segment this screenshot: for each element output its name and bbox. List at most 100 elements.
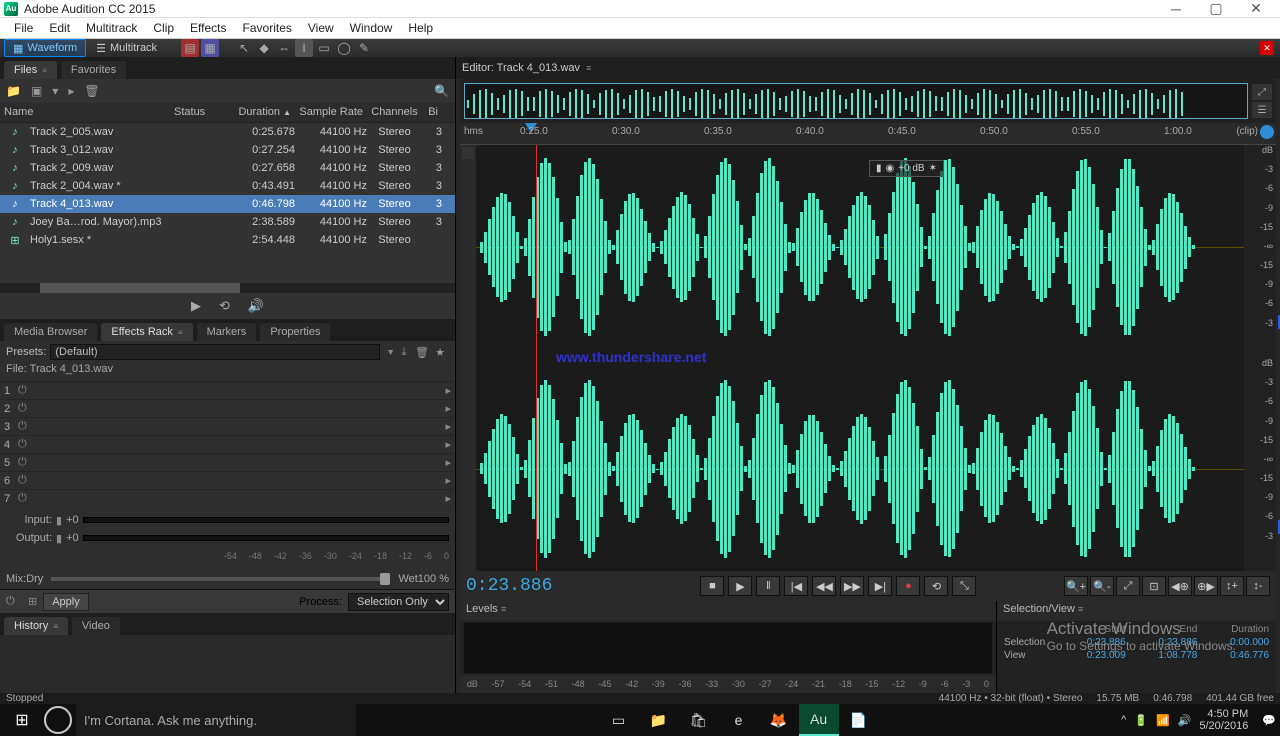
zoom-nav-icon[interactable]: ⤢ [1252, 84, 1272, 100]
system-tray[interactable]: ^ 🔋 📶 🔊 4:50 PM5/20/2016 💬 [1121, 708, 1276, 732]
notepad-icon[interactable]: 📄 [839, 704, 879, 736]
play-button[interactable]: ▶ [728, 576, 752, 596]
col-status[interactable]: Status [170, 103, 215, 122]
timeline-ruler[interactable]: hms (clip) 0:25.00:30.00:35.00:40.00:45.… [460, 123, 1276, 145]
zoom-amp-in-icon[interactable]: ↕+ [1220, 576, 1244, 596]
fx-slot[interactable]: 4⏻▸ [0, 435, 455, 453]
menu-effects[interactable]: Effects [182, 18, 234, 38]
menu-file[interactable]: File [6, 18, 41, 38]
hud-volume[interactable]: ▮ ◉ +0 dB ✶ [869, 160, 944, 177]
menu-favorites[interactable]: Favorites [235, 18, 300, 38]
brush-tool-icon[interactable]: ✎ [355, 39, 373, 57]
input-gain[interactable]: +0 [66, 514, 79, 526]
fx-slot[interactable]: 7⏻▸ [0, 489, 455, 507]
spectral-freq-icon[interactable]: ▤ [181, 39, 199, 57]
notifications-icon[interactable]: 💬 [1262, 714, 1276, 727]
fx-slot[interactable]: 5⏻▸ [0, 453, 455, 471]
save-preset-icon[interactable]: ⤓ [395, 346, 413, 359]
go-start-button[interactable]: |◀ [784, 576, 808, 596]
skip-selection-button[interactable]: ⤡ [952, 576, 976, 596]
editor-menu-icon[interactable]: ≡ [586, 63, 591, 73]
forward-button[interactable]: ▶▶ [840, 576, 864, 596]
rack-toggle-icon[interactable]: ⊞ [28, 595, 37, 608]
list-view-icon[interactable]: ☰ [1252, 102, 1272, 118]
cortana-search[interactable]: I'm Cortana. Ask me anything. [76, 704, 356, 736]
rewind-button[interactable]: ◀◀ [812, 576, 836, 596]
move-tool-icon[interactable]: ↖ [235, 39, 253, 57]
delete-icon[interactable]: 🗑 [84, 84, 99, 98]
insert-icon[interactable]: ▸ [68, 84, 74, 98]
tab-files[interactable]: Files≡ [4, 61, 57, 79]
lasso-tool-icon[interactable]: ◯ [335, 39, 353, 57]
task-view-icon[interactable]: ▭ [599, 704, 639, 736]
timecode[interactable]: 0:23.886 [466, 576, 552, 596]
record-button[interactable]: ● [896, 576, 920, 596]
tab-favorites[interactable]: Favorites [61, 61, 126, 79]
zoom-in-icon[interactable]: 🔍+ [1064, 576, 1088, 596]
tray-battery-icon[interactable]: 🔋 [1134, 714, 1148, 727]
tab-effects-rack[interactable]: Effects Rack≡ [101, 323, 192, 341]
tab-properties[interactable]: Properties [260, 323, 330, 341]
razor-tool-icon[interactable]: ◆ [255, 39, 273, 57]
file-row[interactable]: ⊞Holy1.sesx *2:54.44844100 HzStereo [0, 231, 455, 249]
fx-slot[interactable]: 2⏻▸ [0, 399, 455, 417]
preview-loop-icon[interactable]: ⟲ [219, 298, 230, 314]
search-icon[interactable]: 🔍 [434, 84, 449, 98]
zoom-full-icon[interactable]: ⤢ [1116, 576, 1140, 596]
hud-pin-icon[interactable]: ✶ [929, 163, 937, 174]
file-row[interactable]: ♪Track 4_013.wav0:46.79844100 HzStereo3 [0, 195, 455, 213]
import-icon[interactable]: ▾ [52, 84, 58, 98]
preview-play-icon[interactable]: ▶ [191, 298, 201, 314]
files-hscroll[interactable] [0, 283, 455, 293]
rack-power-icon[interactable]: ⏻ [6, 595, 22, 608]
fx-slot[interactable]: 6⏻▸ [0, 471, 455, 489]
channel-toggle-icon[interactable] [462, 147, 474, 159]
menu-clip[interactable]: Clip [145, 18, 182, 38]
tab-markers[interactable]: Markers [197, 323, 257, 341]
go-end-button[interactable]: ▶| [868, 576, 892, 596]
spectral-pitch-icon[interactable]: ▦ [201, 39, 219, 57]
fx-slot[interactable]: 1⏻▸ [0, 381, 455, 399]
stop-button[interactable]: ■ [700, 576, 724, 596]
zoom-in-point-icon[interactable]: ◀⊕ [1168, 576, 1192, 596]
file-row[interactable]: ♪Track 3_012.wav0:27.25444100 HzStereo3 [0, 141, 455, 159]
file-row[interactable]: ♪Track 2_004.wav *0:43.49144100 HzStereo… [0, 177, 455, 195]
time-select-tool-icon[interactable]: I [295, 39, 313, 57]
tray-up-icon[interactable]: ^ [1121, 714, 1126, 726]
overview-waveform[interactable] [464, 83, 1248, 119]
process-dropdown[interactable]: Selection Only [348, 593, 449, 611]
hud-knob-icon[interactable]: ◉ [885, 163, 894, 174]
menu-help[interactable]: Help [400, 18, 441, 38]
col-samplerate[interactable]: Sample Rate [295, 103, 367, 122]
menu-view[interactable]: View [300, 18, 342, 38]
mode-waveform[interactable]: ▦Waveform [4, 39, 86, 57]
col-duration[interactable]: Duration ▲ [215, 103, 295, 122]
output-gain[interactable]: +0 [66, 532, 79, 544]
menu-edit[interactable]: Edit [41, 18, 78, 38]
pin-timeline-icon[interactable] [1260, 125, 1274, 139]
tab-history[interactable]: History≡ [4, 617, 68, 635]
new-file-icon[interactable]: ▣ [31, 84, 42, 98]
file-row[interactable]: ♪Track 2_005.wav0:25.67844100 HzStereo3 [0, 123, 455, 141]
zoom-sel-icon[interactable]: ⊡ [1142, 576, 1166, 596]
pause-button[interactable]: ‖ [756, 576, 780, 596]
presets-dropdown[interactable]: (Default) [50, 344, 380, 360]
menu-multitrack[interactable]: Multitrack [78, 18, 145, 38]
preview-autoplay-icon[interactable]: 🔊 [248, 298, 264, 314]
file-row[interactable]: ♪Joey Ba…rod. Mayor).mp32:38.58944100 Hz… [0, 213, 455, 231]
marquee-tool-icon[interactable]: ▭ [315, 39, 333, 57]
zoom-out-point-icon[interactable]: ⊕▶ [1194, 576, 1218, 596]
waveform-editor[interactable]: ▮ ◉ +0 dB ✶ www.thundershare.net [476, 145, 1244, 571]
file-row[interactable]: ♪Track 2_009.wav0:27.65844100 HzStereo3 [0, 159, 455, 177]
mix-pct[interactable]: 100 % [418, 573, 449, 585]
firefox-icon[interactable]: 🦊 [759, 704, 799, 736]
clock[interactable]: 4:50 PM5/20/2016 [1199, 708, 1254, 732]
playhead[interactable] [536, 145, 537, 571]
delete-preset-icon[interactable]: 🗑 [413, 346, 431, 359]
col-name[interactable]: Name [0, 103, 170, 122]
loop-button[interactable]: ⟲ [924, 576, 948, 596]
tray-volume-icon[interactable]: 🔊 [1178, 714, 1192, 727]
mix-slider[interactable] [51, 577, 390, 581]
close-workspace-icon[interactable]: ✕ [1260, 41, 1274, 55]
fx-slot[interactable]: 3⏻▸ [0, 417, 455, 435]
